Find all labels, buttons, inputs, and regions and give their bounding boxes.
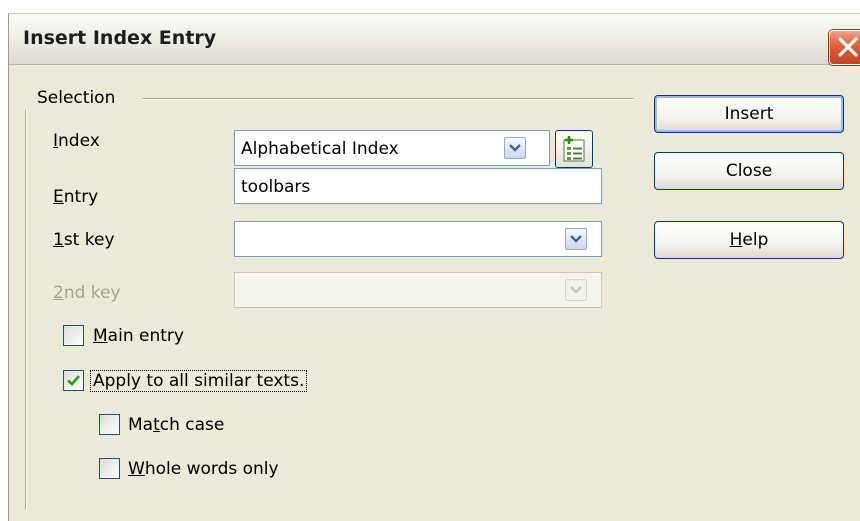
help-button[interactable]: Help <box>654 221 844 259</box>
index-select-value: Alphabetical Index <box>241 139 399 159</box>
index-label: Index <box>53 131 100 151</box>
main-entry-checkbox[interactable] <box>63 325 84 346</box>
index-label-rest: ndex <box>58 131 100 151</box>
title-bar[interactable]: Insert Index Entry <box>9 14 860 65</box>
apply-all-label-text: Apply to all similar texts. <box>90 370 308 392</box>
group-frame-edge <box>25 110 27 510</box>
close-window-button[interactable] <box>829 30 860 65</box>
entry-label: Entry <box>53 187 99 207</box>
index-select[interactable]: Alphabetical Index <box>234 130 550 166</box>
first-key-label: 1st key <box>53 230 115 250</box>
close-x-icon <box>838 37 858 57</box>
dialog-title: Insert Index Entry <box>23 27 217 49</box>
new-user-defined-index-icon <box>563 136 585 162</box>
entry-input[interactable]: toolbars <box>234 168 602 204</box>
apply-all-checkbox[interactable] <box>63 370 84 391</box>
insert-index-entry-dialog: Insert Index Entry Selection Index Alpha… <box>8 13 860 521</box>
chevron-down-icon[interactable] <box>504 137 526 159</box>
apply-all-label[interactable]: Apply to all similar texts. <box>90 370 308 392</box>
entry-input-value: toolbars <box>241 177 311 197</box>
whole-words-label[interactable]: Whole words only <box>128 459 279 479</box>
match-case-label[interactable]: Match case <box>128 415 224 435</box>
main-entry-label[interactable]: Main entry <box>93 326 184 346</box>
group-divider <box>142 98 634 100</box>
close-button[interactable]: Close <box>654 152 844 190</box>
second-key-combobox <box>234 272 602 308</box>
match-case-checkbox[interactable] <box>99 414 120 435</box>
insert-button[interactable]: Insert <box>654 95 844 133</box>
chevron-down-icon[interactable] <box>565 228 587 250</box>
checkmark-icon <box>67 375 80 386</box>
first-key-combobox[interactable] <box>234 221 602 257</box>
new-index-button[interactable] <box>555 130 593 168</box>
whole-words-checkbox[interactable] <box>99 458 120 479</box>
selection-group-label: Selection <box>37 88 116 108</box>
chevron-down-icon <box>565 279 587 301</box>
second-key-label: 2nd key <box>53 283 121 303</box>
